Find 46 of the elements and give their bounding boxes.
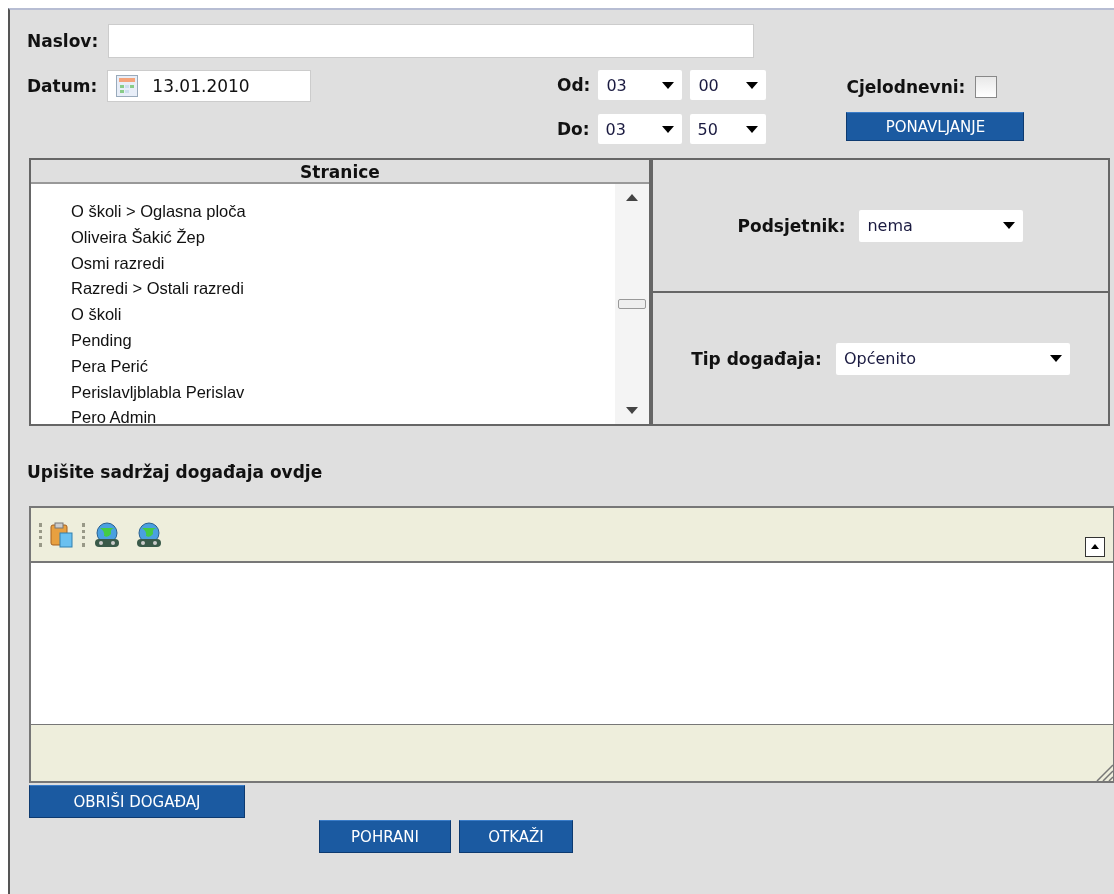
reminder-label: Podsjetnik: — [737, 215, 846, 236]
globe-icon[interactable] — [93, 521, 121, 548]
scroll-down-icon[interactable] — [626, 407, 638, 414]
caret-icon — [662, 81, 675, 89]
list-item[interactable]: Pending — [71, 327, 615, 353]
date-field[interactable]: 13.01.2010 — [107, 70, 312, 102]
scrollbar[interactable] — [615, 184, 649, 424]
caret-icon — [1003, 222, 1016, 229]
list-item[interactable]: O školi > Oglasna ploča — [71, 198, 615, 224]
hour-select[interactable]: 03 — [598, 70, 683, 100]
title-label: Naslov: — [27, 31, 99, 51]
list-item[interactable]: Perislavljblabla Perislav — [71, 378, 615, 405]
list-item[interactable]: Razredi > Ostali razredi — [71, 275, 615, 302]
minute-select[interactable]: 00 — [690, 70, 767, 100]
minute-select[interactable]: 50 — [689, 114, 766, 144]
all-day-checkbox[interactable] — [975, 76, 998, 98]
scroll-thumb[interactable] — [618, 299, 646, 309]
list-item[interactable]: O školi — [71, 301, 615, 327]
caret-icon — [745, 125, 758, 133]
list-item[interactable]: Pera Perić — [71, 352, 615, 379]
time-label: Od: — [557, 75, 591, 95]
date-label: Datum: — [27, 76, 98, 96]
all-day-label: Cjelodnevni: — [846, 77, 966, 97]
list-item[interactable]: Pero Admin — [71, 404, 615, 424]
date-value: 13.01.2010 — [152, 76, 250, 96]
caret-icon — [1049, 355, 1062, 362]
event-type-label: Tip događaja: — [691, 348, 822, 369]
globe-icon[interactable] — [135, 521, 163, 548]
repeat-button[interactable]: PONAVLJANJE — [846, 112, 1025, 141]
action-button[interactable]: POHRANI — [319, 820, 451, 853]
scroll-up-icon[interactable] — [626, 194, 638, 201]
caret-icon — [661, 125, 674, 133]
calendar-icon — [116, 75, 139, 97]
reminder-select[interactable]: nema — [859, 209, 1024, 242]
action-button[interactable]: OTKAŽI — [459, 820, 573, 853]
time-label: Do: — [557, 119, 590, 139]
hour-select[interactable]: 03 — [597, 114, 682, 144]
delete-event-button[interactable]: OBRIŠI DOGAĐAJ — [29, 785, 245, 818]
collapse-toolbar-icon[interactable] — [1085, 536, 1105, 557]
paste-icon[interactable] — [50, 521, 74, 548]
list-item[interactable]: Oliveira Šakić Žep — [71, 223, 615, 250]
event-type-select[interactable]: Općenito — [835, 342, 1070, 375]
list-item[interactable]: Osmi razredi — [71, 249, 615, 276]
caret-icon — [746, 81, 759, 89]
content-heading: Upišite sadržaj događaja ovdje — [27, 462, 324, 482]
title-input[interactable] — [108, 24, 755, 58]
